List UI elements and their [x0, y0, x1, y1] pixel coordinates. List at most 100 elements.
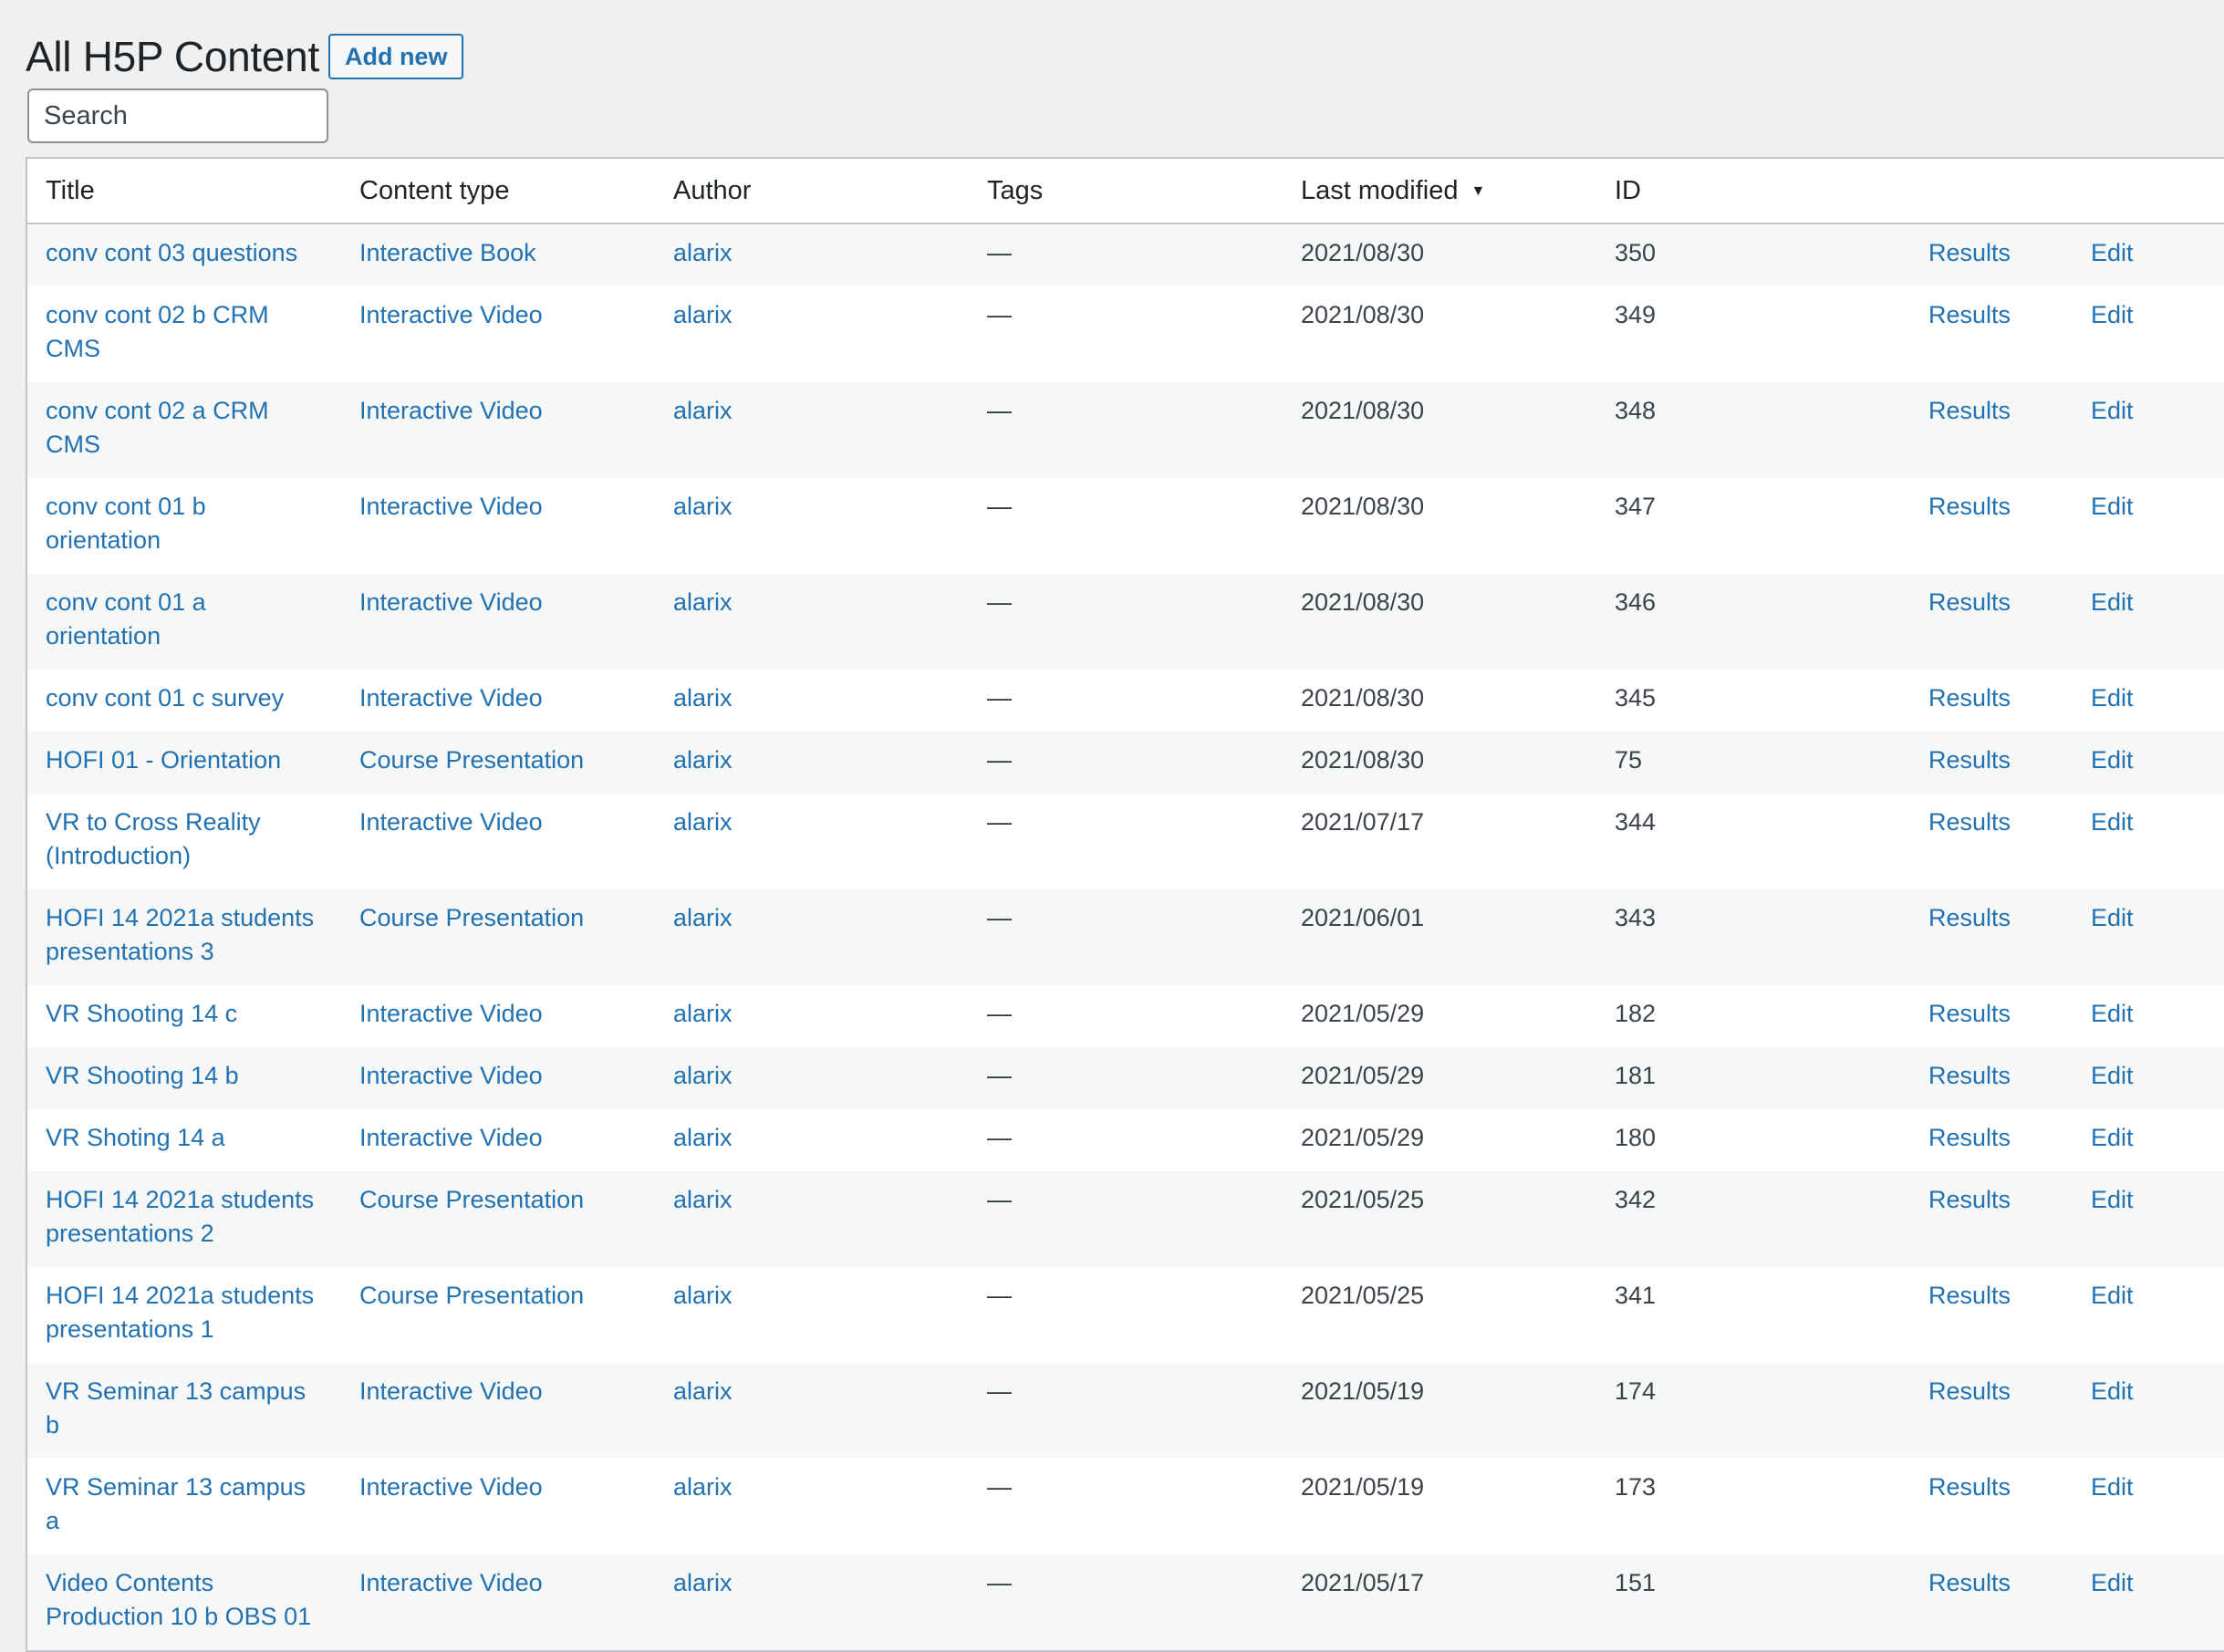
- row-title-link[interactable]: VR Seminar 13 campus b: [46, 1377, 306, 1439]
- row-content-type-link[interactable]: Interactive Video: [359, 397, 543, 424]
- row-edit-link[interactable]: Edit: [2091, 397, 2134, 424]
- row-results-link[interactable]: Results: [1928, 1569, 2011, 1596]
- row-title-link[interactable]: VR Shooting 14 b: [46, 1062, 239, 1089]
- row-results-link[interactable]: Results: [1928, 808, 2011, 836]
- row-edit-link[interactable]: Edit: [2091, 904, 2134, 931]
- row-author-link[interactable]: alarix: [673, 1000, 733, 1027]
- row-results-link[interactable]: Results: [1928, 397, 2011, 424]
- row-edit-link[interactable]: Edit: [2091, 1282, 2134, 1309]
- column-header-author[interactable]: Author: [655, 159, 969, 224]
- row-results-link[interactable]: Results: [1928, 1377, 2011, 1405]
- row-edit-link[interactable]: Edit: [2091, 301, 2134, 328]
- row-title-link[interactable]: VR Seminar 13 campus a: [46, 1473, 306, 1534]
- row-edit-link[interactable]: Edit: [2091, 1062, 2134, 1089]
- row-author-link[interactable]: alarix: [673, 746, 733, 774]
- row-title-link[interactable]: HOFI 14 2021a students presentations 3: [46, 904, 314, 965]
- row-results-link[interactable]: Results: [1928, 746, 2011, 774]
- column-header-id[interactable]: ID: [1596, 159, 1910, 224]
- row-author-link[interactable]: alarix: [673, 904, 733, 931]
- row-title-link[interactable]: HOFI 01 - Orientation: [46, 746, 281, 774]
- row-results-link[interactable]: Results: [1928, 1124, 2011, 1151]
- row-title-link[interactable]: conv cont 01 a orientation: [46, 588, 206, 649]
- row-title-link[interactable]: Video Contents Production 10 b OBS 01: [46, 1569, 311, 1630]
- row-content-type-link[interactable]: Interactive Video: [359, 1473, 543, 1501]
- row-edit-link[interactable]: Edit: [2091, 1124, 2134, 1151]
- row-title-link[interactable]: conv cont 02 b CRM CMS: [46, 301, 269, 362]
- row-edit-link[interactable]: Edit: [2091, 684, 2134, 712]
- row-content-type-link[interactable]: Interactive Video: [359, 493, 543, 520]
- row-title-link[interactable]: conv cont 01 c survey: [46, 684, 284, 712]
- row-title-link[interactable]: conv cont 03 questions: [46, 239, 297, 266]
- row-author-link[interactable]: alarix: [673, 239, 733, 266]
- column-header-title[interactable]: Title: [27, 159, 341, 224]
- row-edit-link[interactable]: Edit: [2091, 1377, 2134, 1405]
- row-results-link[interactable]: Results: [1928, 1473, 2011, 1501]
- row-last-modified: 2021/05/19: [1301, 1377, 1425, 1405]
- row-edit-link[interactable]: Edit: [2091, 746, 2134, 774]
- row-author-link[interactable]: alarix: [673, 588, 733, 616]
- row-results-link[interactable]: Results: [1928, 904, 2011, 931]
- row-content-type-link[interactable]: Interactive Video: [359, 1569, 543, 1596]
- row-edit-link[interactable]: Edit: [2091, 1000, 2134, 1027]
- row-results-link[interactable]: Results: [1928, 239, 2011, 266]
- row-content-type-link[interactable]: Interactive Video: [359, 808, 543, 836]
- row-content-type-link[interactable]: Interactive Video: [359, 1062, 543, 1089]
- row-title-link[interactable]: HOFI 14 2021a students presentations 1: [46, 1282, 314, 1343]
- row-edit-link[interactable]: Edit: [2091, 1569, 2134, 1596]
- row-author-link[interactable]: alarix: [673, 1377, 733, 1405]
- row-author-link[interactable]: alarix: [673, 397, 733, 424]
- table-cell-author: alarix: [655, 670, 969, 732]
- row-edit-link[interactable]: Edit: [2091, 588, 2134, 616]
- row-content-type-link[interactable]: Course Presentation: [359, 746, 584, 774]
- row-results-link[interactable]: Results: [1928, 1186, 2011, 1213]
- row-edit-link[interactable]: Edit: [2091, 1473, 2134, 1501]
- search-input[interactable]: [27, 88, 328, 143]
- table-cell-type: Course Presentation: [341, 1267, 655, 1363]
- row-author-link[interactable]: alarix: [673, 1473, 733, 1501]
- column-header-content-type[interactable]: Content type: [341, 159, 655, 224]
- row-results-link[interactable]: Results: [1928, 493, 2011, 520]
- row-content-type-link[interactable]: Course Presentation: [359, 1282, 584, 1309]
- row-title-link[interactable]: VR Shooting 14 c: [46, 1000, 237, 1027]
- row-results-link[interactable]: Results: [1928, 1000, 2011, 1027]
- row-content-type-link[interactable]: Interactive Book: [359, 239, 536, 266]
- row-tags: —: [987, 1282, 1012, 1309]
- row-edit-link[interactable]: Edit: [2091, 493, 2134, 520]
- row-results-link[interactable]: Results: [1928, 301, 2011, 328]
- row-author-link[interactable]: alarix: [673, 684, 733, 712]
- row-content-type-link[interactable]: Interactive Video: [359, 301, 543, 328]
- row-results-link[interactable]: Results: [1928, 1062, 2011, 1089]
- row-results-link[interactable]: Results: [1928, 684, 2011, 712]
- row-title-link[interactable]: HOFI 14 2021a students presentations 2: [46, 1186, 314, 1247]
- row-edit-link[interactable]: Edit: [2091, 239, 2134, 266]
- row-author-link[interactable]: alarix: [673, 301, 733, 328]
- row-title-link[interactable]: VR Shoting 14 a: [46, 1124, 225, 1151]
- row-title-link[interactable]: conv cont 01 b orientation: [46, 493, 206, 554]
- row-author-link[interactable]: alarix: [673, 1186, 733, 1213]
- row-content-type-link[interactable]: Interactive Video: [359, 588, 543, 616]
- add-new-button[interactable]: Add new: [327, 34, 464, 79]
- row-content-type-link[interactable]: Interactive Video: [359, 1124, 543, 1151]
- row-author-link[interactable]: alarix: [673, 1062, 733, 1089]
- row-last-modified: 2021/08/30: [1301, 493, 1425, 520]
- row-edit-link[interactable]: Edit: [2091, 1186, 2134, 1213]
- row-title-link[interactable]: conv cont 02 a CRM CMS: [46, 397, 269, 458]
- row-last-modified: 2021/08/30: [1301, 684, 1425, 712]
- column-header-last-modified[interactable]: Last modified ▼: [1283, 159, 1596, 224]
- row-author-link[interactable]: alarix: [673, 808, 733, 836]
- row-results-link[interactable]: Results: [1928, 1282, 2011, 1309]
- row-content-type-link[interactable]: Interactive Video: [359, 1377, 543, 1405]
- table-cell-title: HOFI 01 - Orientation: [27, 732, 341, 794]
- row-author-link[interactable]: alarix: [673, 1282, 733, 1309]
- row-author-link[interactable]: alarix: [673, 1124, 733, 1151]
- row-edit-link[interactable]: Edit: [2091, 808, 2134, 836]
- row-author-link[interactable]: alarix: [673, 493, 733, 520]
- row-content-type-link[interactable]: Course Presentation: [359, 1186, 584, 1213]
- row-results-link[interactable]: Results: [1928, 588, 2011, 616]
- row-title-link[interactable]: VR to Cross Reality (Introduction): [46, 808, 261, 869]
- row-content-type-link[interactable]: Interactive Video: [359, 684, 543, 712]
- row-last-modified: 2021/05/25: [1301, 1186, 1425, 1213]
- row-content-type-link[interactable]: Course Presentation: [359, 904, 584, 931]
- row-author-link[interactable]: alarix: [673, 1569, 733, 1596]
- row-content-type-link[interactable]: Interactive Video: [359, 1000, 543, 1027]
